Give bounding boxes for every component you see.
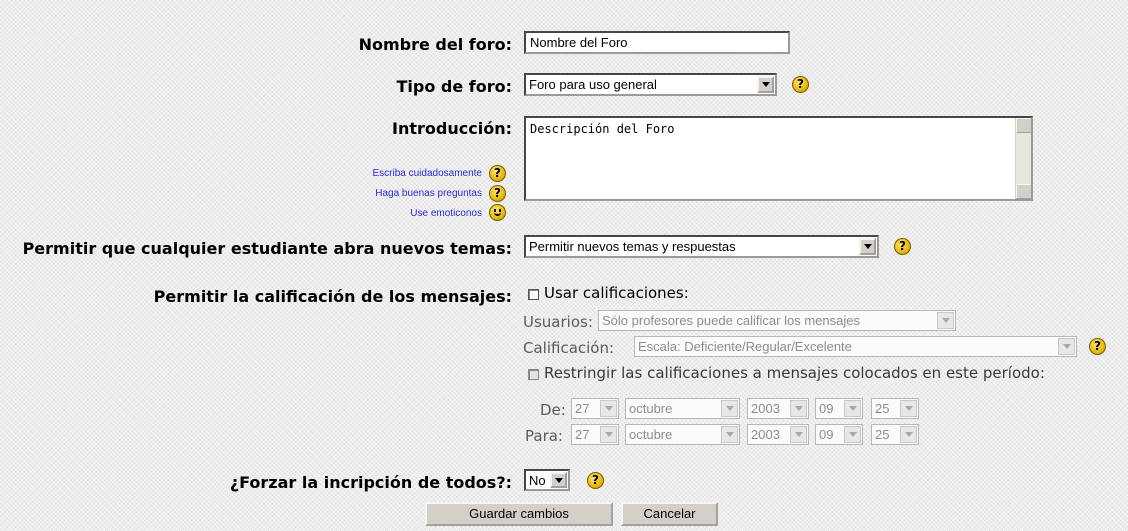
para-minute-value: 25	[875, 427, 890, 442]
chevron-down-icon	[900, 426, 917, 443]
calificacion-select[interactable]: Escala: Deficiente/Regular/Excelente	[634, 336, 1077, 357]
usar-calificaciones-checkbox[interactable]	[528, 289, 539, 300]
permitir-label: Permitir que cualquier estudiante abra n…	[22, 239, 512, 258]
de-year-select[interactable]: 2003	[747, 398, 809, 419]
nombre-label: Nombre del foro:	[358, 35, 512, 54]
permitir-select-value: Permitir nuevos temas y respuestas	[529, 239, 736, 254]
para-hour-select[interactable]: 09	[815, 424, 863, 445]
usuarios-select[interactable]: Sólo profesores puede calificar los mens…	[598, 310, 956, 331]
chevron-down-icon	[600, 426, 617, 443]
chevron-down-icon	[1058, 338, 1075, 355]
restringir-checkbox[interactable]	[528, 369, 539, 380]
chevron-down-icon	[721, 400, 738, 417]
help-icon[interactable]: ?	[894, 238, 911, 255]
calificacion-select-value: Escala: Deficiente/Regular/Excelente	[638, 339, 852, 354]
link-preguntas[interactable]: Haga buenas preguntas	[300, 188, 482, 199]
scroll-down-icon[interactable]	[1016, 184, 1031, 199]
usar-calificaciones-label: Usar calificaciones:	[544, 284, 689, 302]
forzar-select-value: No	[529, 473, 546, 488]
para-month-value: octubre	[629, 427, 673, 442]
tipo-select-value: Foro para uso general	[529, 77, 657, 92]
chevron-down-icon	[600, 400, 617, 417]
de-day-select[interactable]: 27	[571, 398, 619, 419]
tipo-label: Tipo de foro:	[396, 77, 512, 96]
chevron-down-icon	[790, 400, 807, 417]
chevron-down-icon	[844, 400, 861, 417]
para-year-value: 2003	[751, 427, 780, 442]
de-label: De:	[540, 401, 566, 419]
usuarios-label: Usuarios:	[523, 313, 593, 331]
help-icon[interactable]: ?	[489, 165, 506, 182]
nombre-input[interactable]: Nombre del Foro	[524, 31, 790, 54]
chevron-down-icon	[721, 426, 738, 443]
calificacion-label: Calificación:	[523, 339, 615, 357]
para-hour-value: 09	[819, 427, 834, 442]
para-day-value: 27	[575, 427, 590, 442]
usuarios-select-value: Sólo profesores puede calificar los mens…	[602, 313, 860, 328]
chevron-down-icon	[844, 426, 861, 443]
help-icon[interactable]: ?	[792, 76, 809, 93]
chevron-down-icon	[937, 312, 954, 329]
smiley-icon[interactable]	[489, 204, 506, 221]
tipo-select[interactable]: Foro para uso general	[524, 73, 777, 96]
chevron-down-icon	[859, 238, 876, 255]
chevron-down-icon	[757, 76, 774, 93]
chevron-down-icon	[550, 472, 567, 488]
de-month-select[interactable]: octubre	[625, 398, 740, 419]
de-hour-select[interactable]: 09	[815, 398, 863, 419]
intro-textarea[interactable]: Descripción del Foro	[524, 116, 1033, 201]
save-button[interactable]: Guardar cambios	[425, 502, 613, 526]
scroll-up-icon[interactable]	[1016, 118, 1031, 133]
help-icon[interactable]: ?	[587, 472, 604, 489]
forzar-label: ¿Forzar la incripción de todos?:	[229, 473, 512, 492]
calif-label: Permitir la calificación de los mensajes…	[153, 287, 512, 306]
link-emoticonos[interactable]: Use emoticonos	[300, 208, 482, 219]
link-escriba[interactable]: Escriba cuidadosamente	[300, 168, 482, 179]
de-day-value: 27	[575, 401, 590, 416]
de-minute-value: 25	[875, 401, 890, 416]
de-hour-value: 09	[819, 401, 834, 416]
para-label: Para:	[525, 427, 563, 445]
help-icon[interactable]: ?	[489, 185, 506, 202]
permitir-select[interactable]: Permitir nuevos temas y respuestas	[524, 235, 879, 258]
restringir-label: Restringir las calificaciones a mensajes…	[544, 364, 1045, 382]
smiley-mouth	[494, 212, 501, 216]
chevron-down-icon	[790, 426, 807, 443]
chevron-down-icon	[900, 400, 917, 417]
de-month-value: octubre	[629, 401, 673, 416]
para-minute-select[interactable]: 25	[871, 424, 919, 445]
intro-scrollbar[interactable]	[1015, 118, 1031, 199]
forzar-select[interactable]: No	[524, 469, 570, 491]
de-minute-select[interactable]: 25	[871, 398, 919, 419]
para-day-select[interactable]: 27	[571, 424, 619, 445]
intro-label: Introducción:	[392, 119, 512, 138]
para-month-select[interactable]: octubre	[625, 424, 740, 445]
para-year-select[interactable]: 2003	[747, 424, 809, 445]
help-icon[interactable]: ?	[1089, 338, 1106, 355]
cancel-button[interactable]: Cancelar	[621, 502, 718, 526]
intro-text: Descripción del Foro	[530, 122, 675, 136]
de-year-value: 2003	[751, 401, 780, 416]
